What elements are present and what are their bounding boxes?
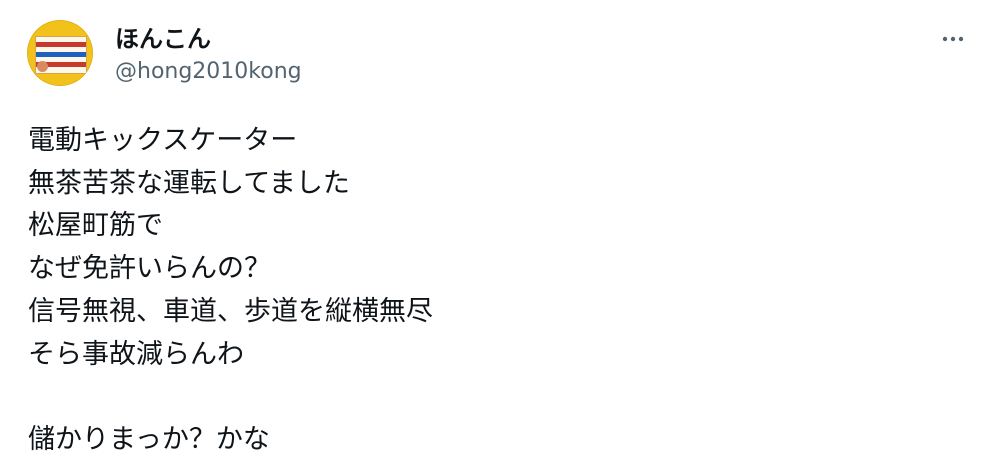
author-handle[interactable]: @hong2010kong bbox=[115, 59, 302, 85]
more-options-button[interactable] bbox=[932, 24, 974, 54]
author-display-name[interactable]: ほんこん bbox=[115, 25, 302, 53]
tweet-text: 電動キックスケーター 無茶苦茶な運転してました 松屋町筋で なぜ免許いらんの？ … bbox=[28, 120, 968, 462]
tweet-line: そら事故減らんわ bbox=[28, 338, 244, 370]
tweet-line: 松屋町筋で bbox=[28, 210, 163, 242]
tweet-line: 無茶苦茶な運転してました bbox=[28, 167, 350, 199]
tweet-line: 信号無視、車道、歩道を縦横無尽 bbox=[28, 295, 433, 327]
tweet-line: 儲かりまっか？かな bbox=[28, 423, 270, 455]
tweet-line: なぜ免許いらんの？ bbox=[28, 253, 271, 285]
tweet-header: ほんこん @hong2010kong bbox=[115, 25, 302, 85]
avatar-face-image bbox=[37, 61, 48, 72]
profile-avatar[interactable] bbox=[27, 20, 93, 86]
tweet-line: 電動キックスケーター bbox=[28, 125, 298, 156]
tweet-card: ほんこん @hong2010kong 電動キックスケーター 無茶苦茶な運転してま… bbox=[0, 0, 1000, 473]
more-horizontal-icon bbox=[942, 36, 964, 42]
